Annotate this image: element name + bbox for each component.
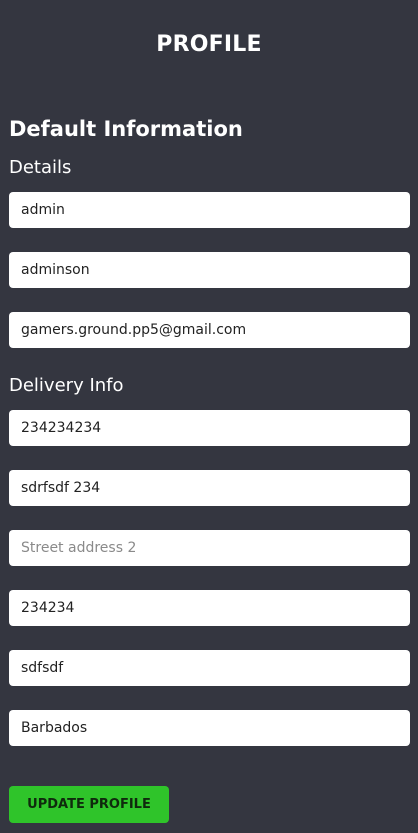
update-profile-button[interactable]: UPDATE PROFILE xyxy=(9,786,169,823)
first-name-field[interactable] xyxy=(9,192,410,228)
street-address-1-field[interactable] xyxy=(9,470,410,506)
profile-page: PROFILE Default Information Details Deli… xyxy=(0,0,418,833)
postcode-field[interactable] xyxy=(9,590,410,626)
delivery-info-heading: Delivery Info xyxy=(9,375,124,396)
phone-number-field[interactable] xyxy=(9,410,410,446)
section-title-default-information: Default Information xyxy=(9,117,243,141)
details-heading: Details xyxy=(9,157,72,178)
street-address-2-field[interactable] xyxy=(9,530,410,566)
last-name-field[interactable] xyxy=(9,252,410,288)
page-title: PROFILE xyxy=(156,32,262,57)
country-field[interactable] xyxy=(9,710,410,746)
email-field[interactable] xyxy=(9,312,410,348)
town-or-city-field[interactable] xyxy=(9,650,410,686)
